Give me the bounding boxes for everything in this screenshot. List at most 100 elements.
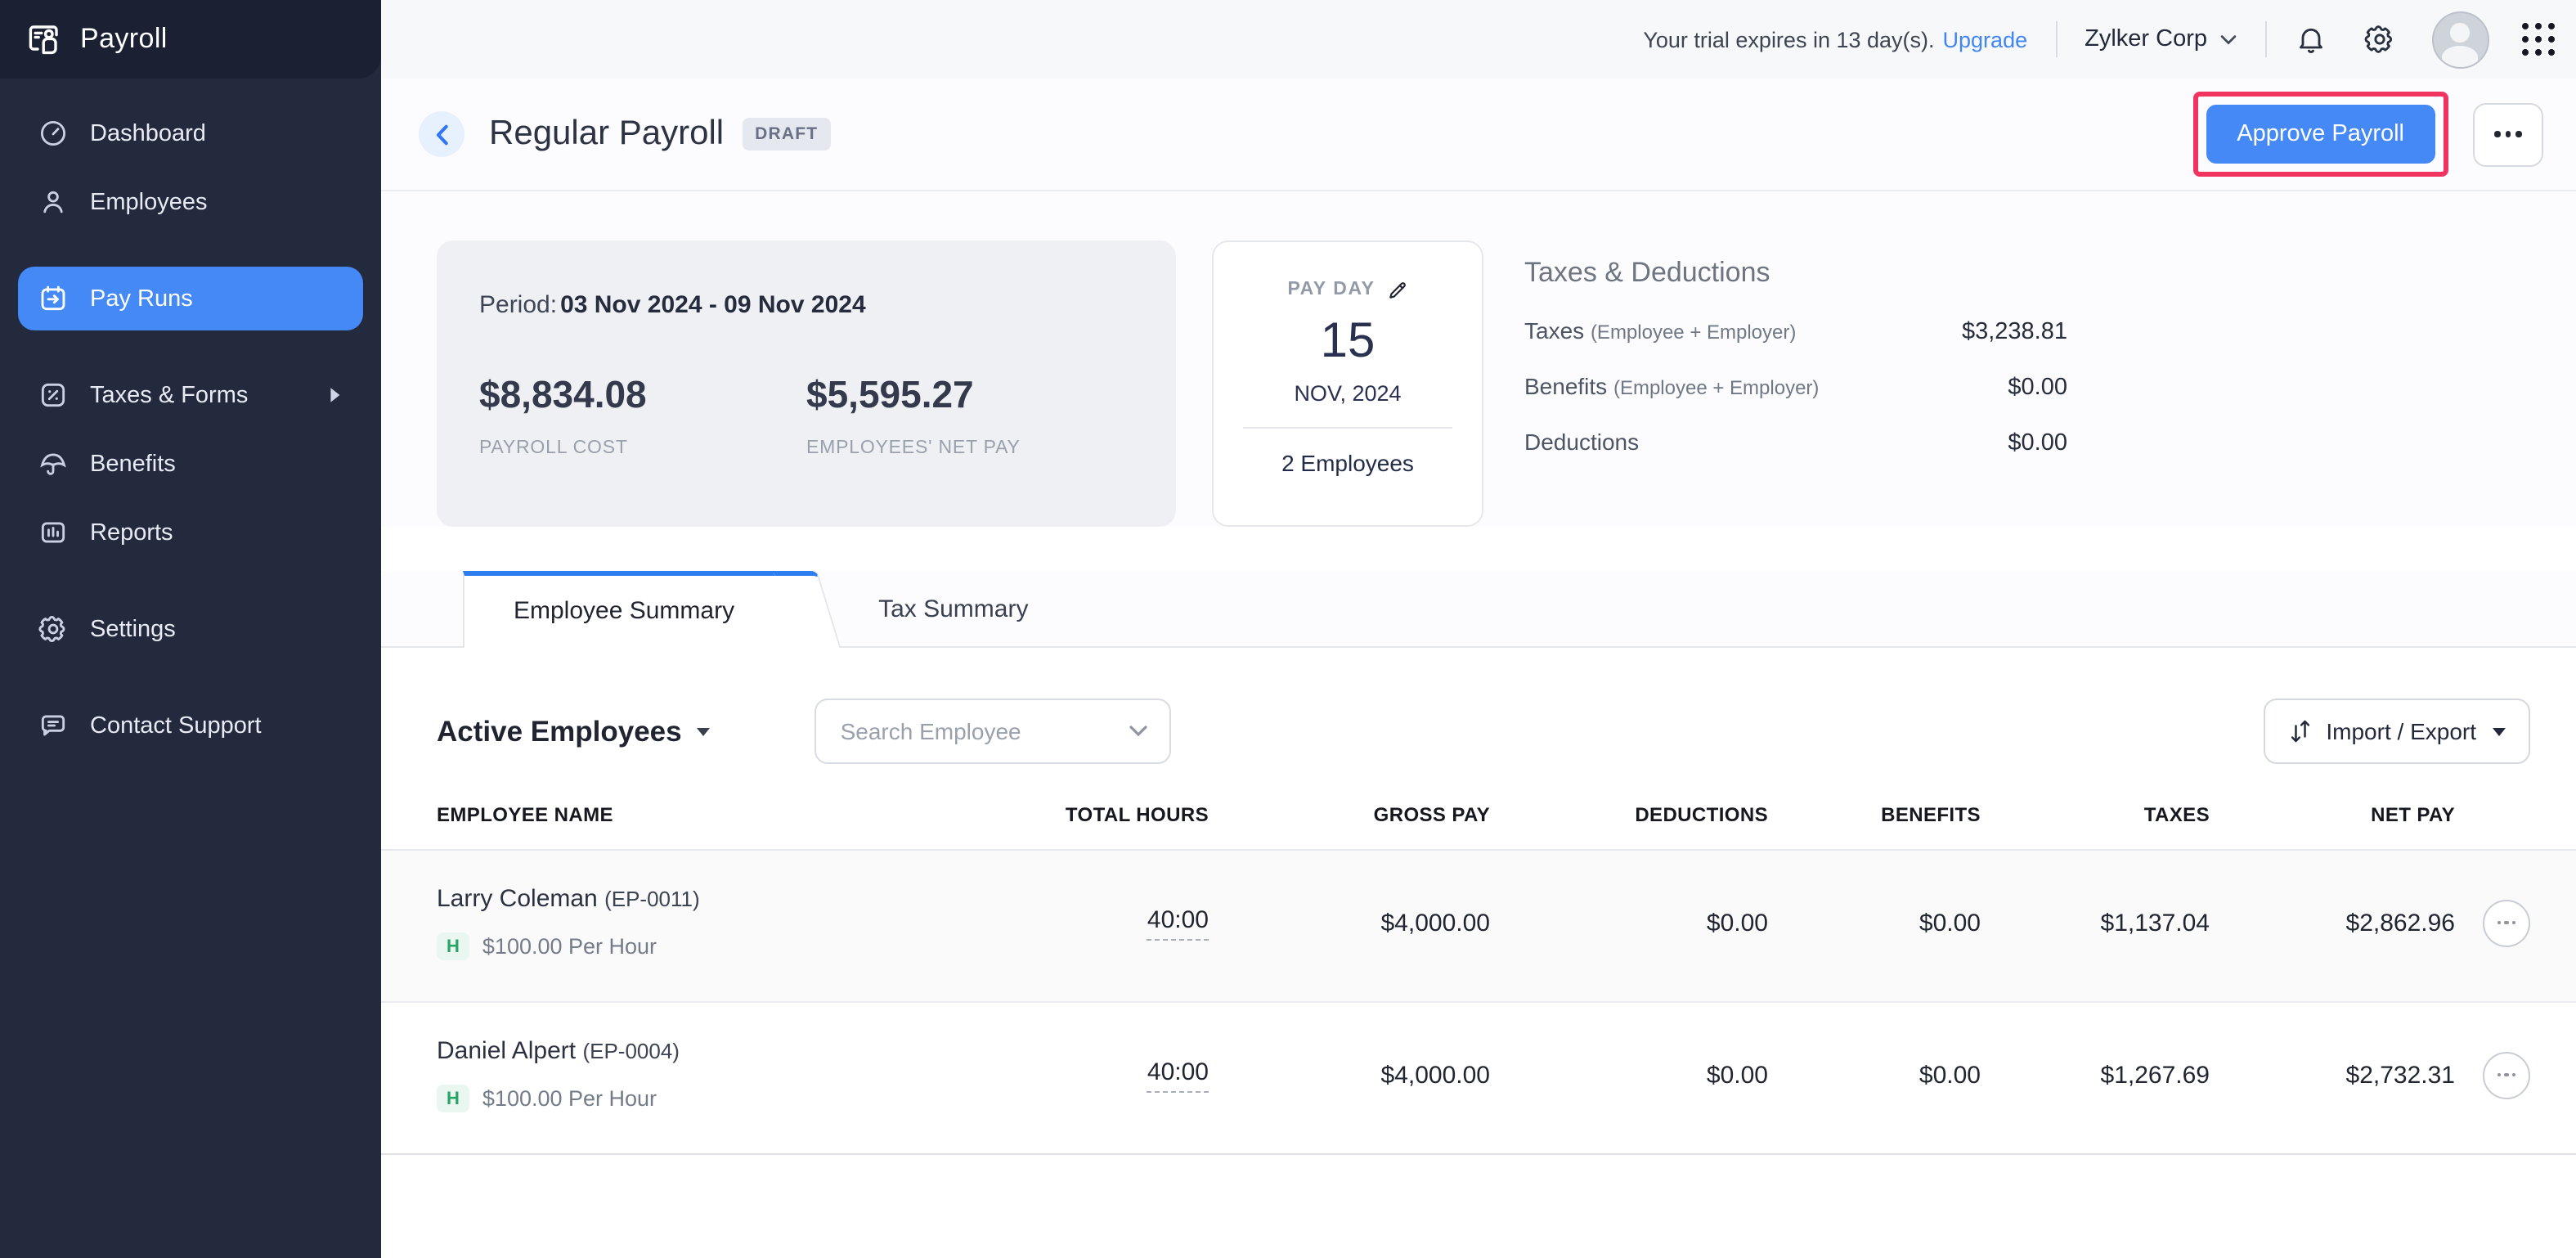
- import-export-icon: [2291, 720, 2310, 743]
- import-export-label: Import / Export: [2326, 718, 2476, 744]
- org-name: Zylker Corp: [2085, 26, 2207, 52]
- taxes-deductions-panel: Taxes & Deductions Taxes (Employee + Emp…: [1524, 240, 2067, 527]
- tab-employee-summary[interactable]: Employee Summary: [463, 571, 807, 648]
- search-employee-input[interactable]: [837, 717, 1089, 746]
- pay-runs-icon: [38, 283, 69, 314]
- employee-name-link[interactable]: Larry Coleman (EP-0011): [437, 885, 700, 913]
- taxes-forms-icon: [38, 380, 69, 411]
- approve-payroll-button[interactable]: Approve Payroll: [2206, 105, 2435, 164]
- benefits-value: $0.00: [2008, 375, 2067, 401]
- pay-period: Period: 03 Nov 2024 - 09 Nov 2024: [479, 291, 866, 319]
- sidebar-item-reports[interactable]: Reports: [18, 501, 363, 564]
- pay-day-card: PAY DAY 15 NOV, 2024 2 Employees: [1212, 240, 1483, 527]
- topbar-divider: [2264, 21, 2266, 57]
- employee-search-select[interactable]: [814, 699, 1171, 764]
- payroll-cost-stat: $8,834.08 PAYROLL COST: [479, 373, 806, 458]
- row-actions-button[interactable]: [2483, 899, 2530, 946]
- employee-filter-dropdown[interactable]: Active Employees: [437, 714, 710, 748]
- gross-pay-value: $4,000.00: [1380, 909, 1490, 937]
- topbar: Your trial expires in 13 day(s). Upgrade …: [381, 0, 2576, 79]
- tab-tax-summary[interactable]: Tax Summary: [806, 574, 1077, 646]
- sidebar-item-contact-support[interactable]: Contact Support: [18, 694, 363, 757]
- employee-name-link[interactable]: Daniel Alpert (EP-0004): [437, 1037, 680, 1065]
- tab-strip: Employee Summary Tax Summary: [381, 571, 2576, 648]
- pay-day-month: NOV, 2024: [1294, 381, 1402, 406]
- apps-grid-icon[interactable]: [2521, 22, 2555, 56]
- benefits-value: $0.00: [1919, 909, 1981, 937]
- sidebar: Payroll Dashboard Employees Pay Runs Tax…: [0, 0, 381, 1258]
- col-benefits: BENEFITS: [1881, 803, 1981, 826]
- deductions-row: Deductions $0.00: [1524, 429, 2067, 456]
- total-hours-editable[interactable]: 40:00: [1147, 1058, 1209, 1092]
- payroll-app: Payroll Dashboard Employees Pay Runs Tax…: [0, 0, 2576, 1258]
- sidebar-item-taxes-forms[interactable]: Taxes & Forms: [18, 363, 363, 427]
- employees-icon: [38, 186, 69, 218]
- net-pay-label: EMPLOYEES' NET PAY: [806, 438, 1021, 458]
- sidebar-item-benefits[interactable]: Benefits: [18, 432, 363, 496]
- taxes-value: $1,267.69: [2100, 1061, 2210, 1089]
- upgrade-link[interactable]: Upgrade: [1943, 27, 2028, 52]
- topbar-divider: [2055, 21, 2058, 57]
- total-hours-editable[interactable]: 40:00: [1147, 905, 1209, 940]
- annotation-highlight-box: Approve Payroll: [2192, 92, 2448, 177]
- sidebar-item-pay-runs[interactable]: Pay Runs: [18, 267, 363, 330]
- status-badge: DRAFT: [742, 118, 832, 151]
- sidebar-item-label: Contact Support: [90, 712, 262, 739]
- gross-pay-value: $4,000.00: [1380, 1061, 1490, 1089]
- deductions-value: $0.00: [1706, 909, 1768, 937]
- sidebar-item-employees[interactable]: Employees: [18, 170, 363, 234]
- more-options-icon: [2494, 131, 2501, 137]
- pay-day-label: PAY DAY: [1287, 280, 1376, 299]
- more-options-button[interactable]: [2473, 102, 2543, 166]
- benefits-row: Benefits (Employee + Employer) $0.00: [1524, 373, 2067, 401]
- summary-section: Period: 03 Nov 2024 - 09 Nov 2024 $8,834.…: [381, 191, 2576, 527]
- pay-rate: $100.00 Per Hour: [482, 934, 657, 959]
- table-toolbar: Active Employees Import / Export: [381, 648, 2576, 764]
- col-taxes: TAXES: [2143, 803, 2210, 826]
- pay-rate: $100.00 Per Hour: [482, 1086, 657, 1111]
- settings-icon: [38, 613, 69, 645]
- table-header: EMPLOYEE NAME TOTAL HOURS GROSS PAY DEDU…: [381, 764, 2576, 851]
- settings-gear-icon[interactable]: [2363, 23, 2395, 56]
- pay-day-date: 15: [1320, 314, 1376, 368]
- net-pay-value: $2,732.31: [2345, 1061, 2455, 1089]
- table-row: Daniel Alpert (EP-0004) H $100.00 Per Ho…: [381, 1003, 2576, 1155]
- edit-pencil-icon[interactable]: [1387, 279, 1408, 300]
- app-logo: Payroll: [0, 0, 381, 79]
- sidebar-item-settings[interactable]: Settings: [18, 597, 363, 661]
- sidebar-item-dashboard[interactable]: Dashboard: [18, 101, 363, 165]
- sidebar-item-label: Dashboard: [90, 120, 206, 146]
- employees-count: 2 Employees: [1281, 450, 1414, 476]
- submenu-chevron-icon: [329, 386, 343, 404]
- hourly-badge: H: [437, 932, 469, 960]
- row-actions-button[interactable]: [2483, 1051, 2530, 1099]
- payroll-cost-label: PAYROLL COST: [479, 438, 628, 458]
- payroll-logo-icon: [25, 20, 64, 59]
- pay-period-value: 03 Nov 2024 - 09 Nov 2024: [560, 291, 866, 319]
- user-avatar[interactable]: [2431, 11, 2488, 68]
- payroll-cost-value: $8,834.08: [479, 373, 647, 416]
- org-switcher[interactable]: Zylker Corp: [2085, 26, 2237, 52]
- deductions-value: $0.00: [1706, 1061, 1768, 1089]
- back-button[interactable]: [419, 111, 464, 157]
- page-title: Regular Payroll: [489, 115, 725, 152]
- import-export-button[interactable]: Import / Export: [2264, 699, 2530, 764]
- sidebar-item-label: Benefits: [90, 451, 176, 477]
- main-area: Your trial expires in 13 day(s). Upgrade …: [381, 0, 2576, 1258]
- page-header: Regular Payroll DRAFT Approve Payroll: [381, 79, 2576, 191]
- deductions-value: $0.00: [2008, 430, 2067, 456]
- taxes-value: $3,238.81: [1961, 319, 2067, 345]
- benefits-icon: [38, 448, 69, 479]
- sidebar-item-label: Reports: [90, 519, 173, 546]
- chevron-down-icon: [2219, 34, 2236, 44]
- ellipsis-icon: [2497, 920, 2502, 925]
- col-gross-pay: GROSS PAY: [1373, 803, 1490, 826]
- caret-down-icon: [696, 727, 710, 735]
- chevron-down-icon: [1129, 726, 1147, 737]
- taxes-value: $1,137.04: [2100, 909, 2210, 937]
- notifications-bell-icon[interactable]: [2294, 23, 2327, 56]
- col-total-hours: TOTAL HOURS: [1065, 803, 1209, 826]
- divider: [1243, 427, 1452, 429]
- filter-label: Active Employees: [437, 714, 682, 747]
- caret-down-icon: [2493, 727, 2506, 735]
